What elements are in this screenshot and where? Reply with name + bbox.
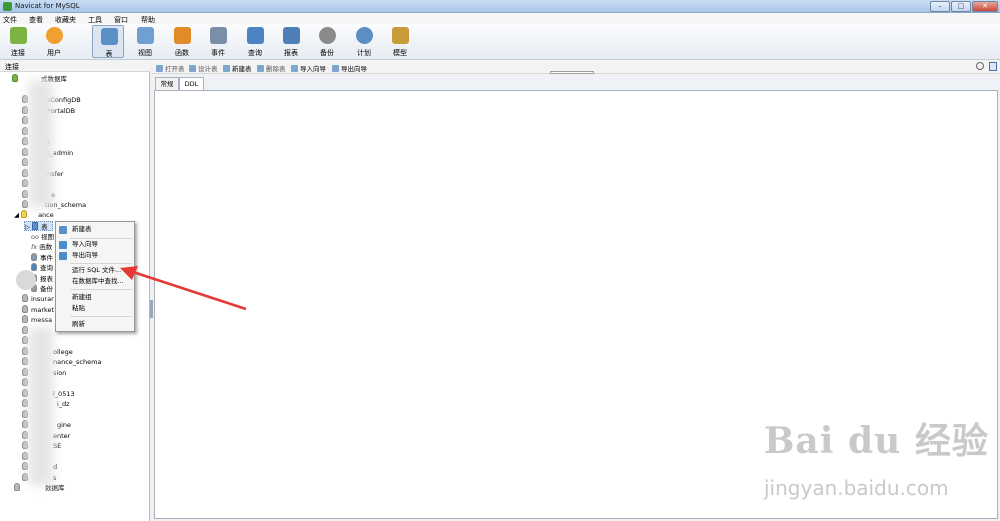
baidu-watermark: Bai du 经验 jingyan.baidu.com — [764, 412, 994, 512]
app-window: Navicat for MySQL – □ ✕ 文件 查看 收藏夹 工具 窗口 … — [0, 0, 1000, 521]
arrow-shaft — [129, 269, 247, 311]
watermark-url: jingyan.baidu.com — [764, 476, 949, 500]
watermark-logo: Bai du 经验 — [764, 420, 989, 462]
